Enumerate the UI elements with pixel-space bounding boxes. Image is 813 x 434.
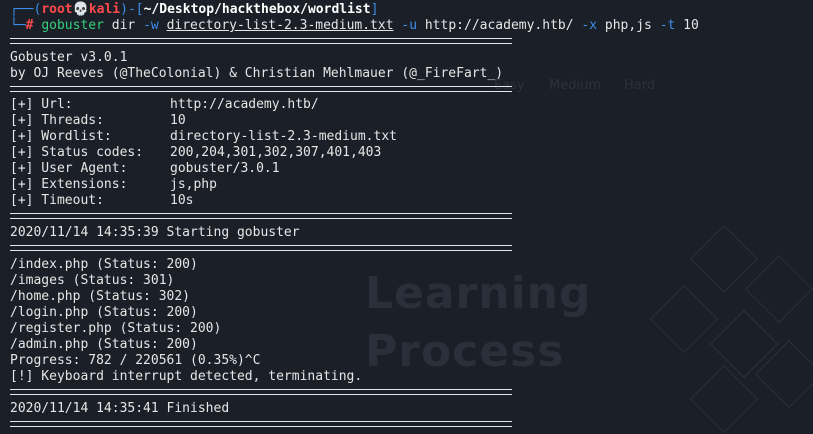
config-key: [+] Url: <box>10 97 73 112</box>
prompt-host: kali <box>88 2 121 17</box>
config-value: gobuster/3.0.1 <box>170 161 280 176</box>
config-row-extensions: [+] Extensions: js,php <box>10 177 217 193</box>
separator-rule <box>10 86 512 92</box>
command-flag-w: -w <box>143 18 159 33</box>
command-threads: 10 <box>683 18 699 33</box>
config-value: js,php <box>170 177 217 192</box>
prompt-cwd: ~/Desktop/hackthebox/wordlist <box>143 2 371 17</box>
shell-prompt: ┌──(root💀kali)-[~/Desktop/hackthebox/wor… <box>10 2 379 17</box>
config-row-threads: [+] Threads: 10 <box>10 113 186 129</box>
config-value: 10s <box>170 193 194 208</box>
banner-version: Gobuster v3.0.1 <box>10 50 128 65</box>
start-line: 2020/11/14 14:35:39 Starting gobuster <box>10 225 300 240</box>
result-line: /index.php (Status: 200) <box>10 257 198 272</box>
command-flag-x: -x <box>581 18 598 33</box>
prompt-symbol: # <box>25 18 34 33</box>
command-subcommand: dir <box>111 18 136 33</box>
result-line: /login.php (Status: 200) <box>10 305 198 320</box>
command-wordlist: directory-list-2.3-medium.txt <box>166 18 394 33</box>
config-key: [+] User Agent: <box>10 161 128 176</box>
config-row-user-agent: [+] User Agent: gobuster/3.0.1 <box>10 161 280 177</box>
config-value: directory-list-2.3-medium.txt <box>170 129 397 144</box>
command-flag-u: -u <box>401 18 418 33</box>
command-program: gobuster <box>41 18 104 33</box>
command-line[interactable]: └─# gobuster dir -w directory-list-2.3-m… <box>10 18 699 34</box>
terminal-window[interactable]: ┌──(root💀kali)-[~/Desktop/hackthebox/wor… <box>0 0 813 434</box>
command-flag-t: -t <box>659 18 676 33</box>
config-value: http://academy.htb/ <box>170 97 319 112</box>
prompt-user: root <box>41 2 73 17</box>
config-row-wordlist: [+] Wordlist: directory-list-2.3-medium.t… <box>10 129 397 145</box>
config-key: [+] Wordlist: <box>10 129 112 144</box>
result-line: /register.php (Status: 200) <box>10 321 222 336</box>
interrupt-line: [!] Keyboard interrupt detected, termina… <box>10 369 363 384</box>
result-line: /admin.php (Status: 200) <box>10 337 198 352</box>
skull-icon: 💀 <box>72 2 89 17</box>
config-row-url: [+] Url: http://academy.htb/ <box>10 97 319 113</box>
separator-rule <box>10 213 512 219</box>
separator-rule <box>10 245 512 251</box>
result-line: /images (Status: 301) <box>10 273 175 288</box>
config-row-timeout: [+] Timeout: 10s <box>10 193 193 209</box>
config-row-status-codes: [+] Status codes: 200,204,301,302,307,401… <box>10 145 381 161</box>
config-key: [+] Timeout: <box>10 193 104 208</box>
config-value: 200,204,301,302,307,401,403 <box>170 145 382 160</box>
progress-line: Progress: 782 / 220561 (0.35%)^C <box>10 353 261 368</box>
separator-rule <box>10 421 512 427</box>
banner-authors: by OJ Reeves (@TheColonial) & Christian … <box>10 66 504 81</box>
config-key: [+] Threads: <box>10 113 104 128</box>
config-value: 10 <box>170 113 186 128</box>
config-key: [+] Extensions: <box>10 177 128 192</box>
command-extensions: php,js <box>604 18 652 33</box>
result-line: /home.php (Status: 302) <box>10 289 191 304</box>
finish-line: 2020/11/14 14:35:41 Finished <box>10 401 230 416</box>
separator-rule <box>10 38 512 44</box>
command-url: http://academy.htb/ <box>424 18 574 33</box>
separator-rule <box>10 389 512 395</box>
config-key: [+] Status codes: <box>10 145 144 160</box>
